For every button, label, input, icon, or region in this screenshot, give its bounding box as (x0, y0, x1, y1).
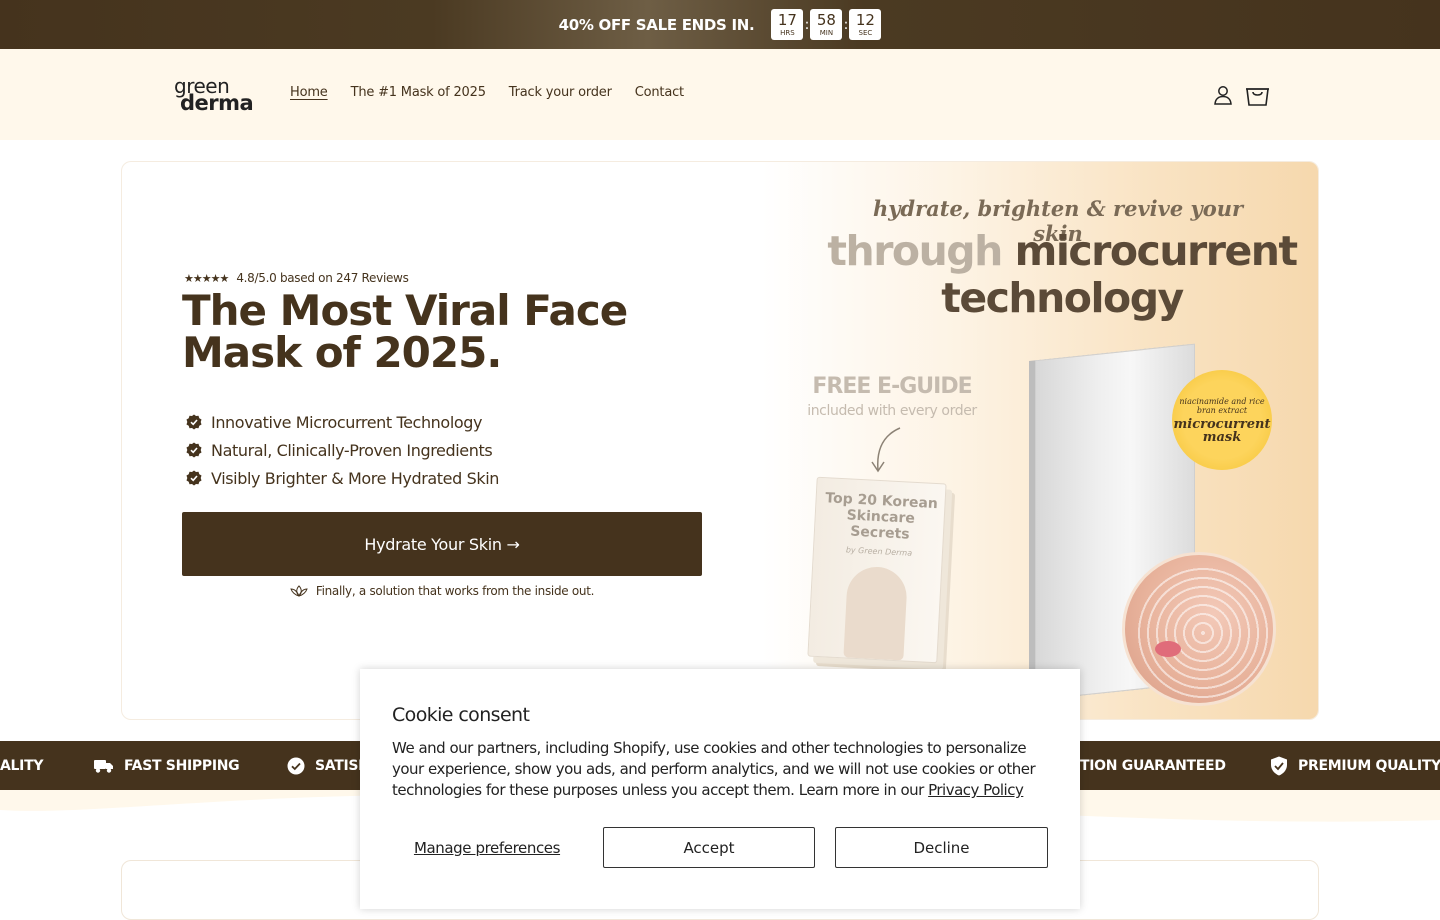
truck-icon (94, 759, 113, 773)
trust-item: SATISF (287, 741, 368, 790)
mask-pattern (1133, 563, 1273, 703)
badge-big-text: microcurrent mask (1173, 416, 1271, 445)
ebook-cover: Top 20 Korean Skincare Secrets by Green … (807, 476, 947, 664)
trust-item: ALITY (0, 741, 43, 790)
nav-contact[interactable]: Contact (635, 85, 684, 100)
timer-hours-value: 17 (777, 10, 797, 29)
timer-hours-unit: HRS (780, 28, 795, 37)
rating-row: ★★★★★ 4.8/5.0 based on 247 Reviews (184, 271, 409, 285)
feature-item: Visibly Brighter & More Hydrated Skin (186, 464, 499, 492)
ebook-title: Top 20 Korean Skincare Secrets (824, 490, 939, 543)
rating-text: 4.8/5.0 based on 247 Reviews (236, 271, 409, 285)
check-badge-icon (186, 442, 202, 458)
cookie-title: Cookie consent (392, 704, 530, 726)
user-icon[interactable] (1212, 84, 1234, 106)
hero-section: hydrate, brighten & revive your skin thr… (121, 161, 1319, 720)
free-guide-subtitle: included with every order (807, 403, 977, 419)
trust-item: PREMIUM QUALITY (1270, 741, 1440, 790)
privacy-policy-link[interactable]: Privacy Policy (928, 781, 1024, 799)
logo-line-2: derma (180, 91, 254, 115)
timer-minutes-unit: MIN (819, 28, 834, 37)
nav-track-order[interactable]: Track your order (509, 85, 612, 100)
feature-item: Innovative Microcurrent Technology (186, 408, 499, 436)
free-guide-title: FREE E-GUIDE (812, 374, 972, 399)
feature-text: Visibly Brighter & More Hydrated Skin (211, 468, 499, 488)
star-rating-icon: ★★★★★ (184, 271, 229, 285)
timer-hours: 17 HRS (771, 9, 804, 40)
ebook-model-image (843, 565, 909, 661)
image-headline-dark: microcurrent (1014, 227, 1299, 275)
trust-item-label: ALITY (0, 757, 44, 774)
cookie-body: We and our partners, including Shopify, … (392, 738, 1052, 801)
trust-item-label: FAST SHIPPING (124, 757, 240, 774)
timer-seconds: 12 SEC (849, 9, 882, 40)
check-circle-icon (287, 757, 305, 774)
model-face-image (1122, 552, 1276, 706)
curved-arrow-icon (871, 427, 901, 473)
trust-item: TION GUARANTEED (1080, 741, 1226, 790)
image-headline-light: through (827, 227, 1015, 275)
cookie-consent-banner: Cookie consent We and our partners, incl… (360, 669, 1080, 909)
hydrate-cta-button[interactable]: Hydrate Your Skin → (182, 512, 702, 576)
timer-minutes: 58 MIN (810, 9, 843, 40)
sale-text: 40% OFF SALE ENDS IN. (558, 15, 755, 34)
image-headline: through microcurrent technology (812, 228, 1312, 322)
hero-image: hydrate, brighten & revive your skin thr… (762, 162, 1318, 719)
ebook-author: by Green Derma (845, 545, 913, 558)
countdown-timer: 17 HRS : 58 MIN : 12 SEC (771, 9, 882, 40)
check-badge-icon (186, 470, 202, 486)
hero-tagline: Finally, a solution that works from the … (182, 584, 702, 598)
product-badge: niacinamide and rice bran extract microc… (1172, 370, 1272, 470)
accept-button[interactable]: Accept (603, 827, 815, 868)
nav-home[interactable]: Home (290, 85, 328, 100)
nav-mask[interactable]: The #1 Mask of 2025 (351, 85, 486, 100)
model-lips (1155, 641, 1181, 657)
hero-headline: The Most Viral Face Mask of 2025. (182, 286, 628, 377)
site-header: green derma Home The #1 Mask of 2025 Tra… (0, 49, 1440, 140)
feature-text: Natural, Clinically-Proven Ingredients (211, 440, 493, 460)
image-headline-line2: technology (941, 274, 1184, 322)
badge-small-text: niacinamide and rice bran extract (1179, 396, 1265, 415)
shopping-bag-icon[interactable] (1244, 81, 1271, 108)
timer-separator: : (843, 16, 849, 33)
trust-item-label: PREMIUM QUALITY (1298, 757, 1440, 774)
trust-item: FAST SHIPPING (94, 741, 240, 790)
main-nav: Home The #1 Mask of 2025 Track your orde… (290, 85, 684, 100)
manage-preferences-button[interactable]: Manage preferences (392, 827, 582, 868)
decline-button[interactable]: Decline (835, 827, 1048, 868)
timer-seconds-unit: SEC (858, 28, 873, 37)
site-logo[interactable]: green derma (174, 76, 254, 115)
feature-list: Innovative Microcurrent Technology Natur… (186, 408, 499, 492)
shield-check-icon (1271, 756, 1287, 775)
tagline-text: Finally, a solution that works from the … (315, 584, 595, 598)
timer-seconds-value: 12 (855, 10, 875, 29)
lotus-icon (290, 585, 308, 597)
timer-minutes-value: 58 (816, 10, 836, 29)
timer-separator: : (804, 16, 810, 33)
feature-item: Natural, Clinically-Proven Ingredients (186, 436, 499, 464)
announcement-bar: 40% OFF SALE ENDS IN. 17 HRS : 58 MIN : … (0, 0, 1440, 49)
feature-text: Innovative Microcurrent Technology (211, 412, 483, 432)
trust-item-label: TION GUARANTEED (1080, 757, 1226, 774)
check-badge-icon (186, 414, 202, 430)
